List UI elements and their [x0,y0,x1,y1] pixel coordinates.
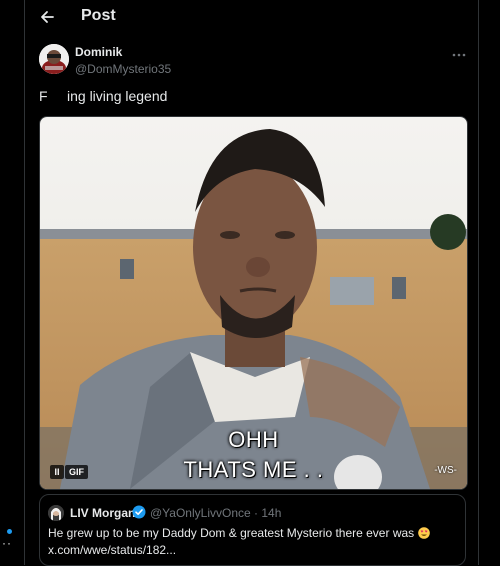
header: Post [25,0,478,34]
quoted-post[interactable]: LIV Morgan @YaOnlyLivvOnce · 14h He grew… [39,494,466,566]
gif-caption-line1: OHH [228,427,279,452]
back-button[interactable] [37,7,57,27]
quoted-time: · 14h [254,506,282,520]
quoted-handle-time[interactable]: @YaOnlyLivvOnce · 14h [150,506,281,520]
quoted-link[interactable]: x.com/wwe/status/182... [48,543,176,557]
quoted-avatar[interactable] [48,505,64,521]
page-title: Post [81,7,116,24]
post-text: F ing living legend [39,88,168,104]
back-arrow-icon [41,11,54,23]
gif-controls: II GIF [50,465,88,479]
quoted-author-name[interactable]: LIV Morgan [70,506,135,520]
avatar[interactable] [39,44,69,74]
notification-dot-icon [7,529,12,534]
gif-media[interactable]: OHH THATS ME . . -WS- II GIF [39,116,468,490]
gif-badge: GIF [65,465,88,479]
more-button[interactable] [452,44,466,60]
more-icon [452,53,466,57]
gif-watermark: -WS- [434,465,457,476]
post-column: Post Dominik @DomMysterio35 F ing living… [24,0,479,566]
gif-caption-line2: THATS ME . . [183,457,324,482]
author-name[interactable]: Dominik [75,45,122,59]
quoted-body: He grew up to be my Daddy Dom & greatest… [48,526,415,540]
quoted-text: He grew up to be my Daddy Dom & greatest… [48,525,458,559]
verified-badge-icon [132,505,146,519]
pause-icon[interactable]: II [50,465,64,479]
quoted-handle[interactable]: @YaOnlyLivvOnce [150,506,251,520]
rail-more-button[interactable]: ·· [2,536,12,550]
heart-eyes-emoji-icon [417,527,430,539]
left-rail: ·· [0,0,24,565]
author-handle[interactable]: @DomMysterio35 [75,62,171,76]
